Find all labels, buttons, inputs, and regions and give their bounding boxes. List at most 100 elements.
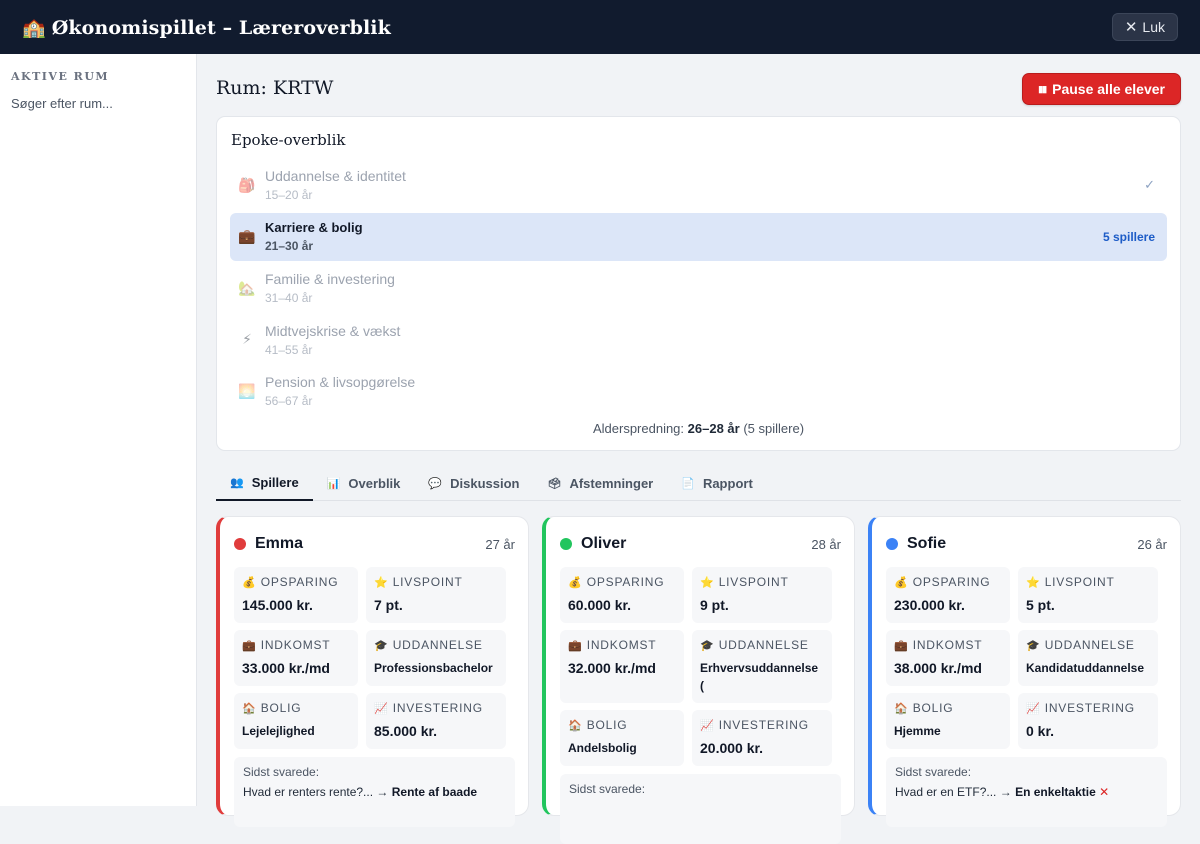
stat-savings: 💰 OPSPARING 145.000 kr. bbox=[234, 567, 358, 623]
lightning-icon: ⚡ bbox=[242, 331, 252, 348]
stat-label: LIVSPOINT bbox=[1044, 575, 1115, 589]
stat-value: 0 kr. bbox=[1026, 723, 1055, 739]
age-spread-count: (5 spillere) bbox=[743, 421, 805, 436]
age-spread: Alderspredning: 26–28 år (5 spillere) bbox=[217, 421, 1180, 436]
stat-value: 85.000 kr. bbox=[374, 723, 438, 739]
last-answered-label: Sidst svarede: bbox=[895, 765, 972, 779]
status-dot bbox=[234, 538, 246, 550]
stat-value: Kandidatuddannelse bbox=[1026, 661, 1145, 675]
stat-label: OPSPARING bbox=[260, 575, 339, 589]
stat-education: 🎓 UDDANNELSE Erhvervsuddannelse ( bbox=[692, 630, 832, 703]
stat-savings: 💰 OPSPARING 230.000 kr. bbox=[886, 567, 1010, 623]
tab-label: Afstemninger bbox=[569, 476, 654, 491]
tab-votes[interactable]: 🗳 Afstemninger bbox=[533, 466, 667, 501]
epoch-age: 21–30 år bbox=[265, 239, 314, 254]
stat-investment: 📈 INVESTERING 20.000 kr. bbox=[692, 710, 832, 766]
star-icon: ⭐ bbox=[374, 576, 388, 589]
star-icon: ⭐ bbox=[700, 576, 714, 589]
stat-label: BOLIG bbox=[586, 718, 628, 732]
epoch-overview-title: Epoke-overblik bbox=[231, 131, 346, 149]
stat-investment: 📈 INVESTERING 85.000 kr. bbox=[366, 693, 506, 749]
age-spread-label: Alderspredning: bbox=[592, 421, 685, 436]
status-dot bbox=[886, 538, 898, 550]
stat-income: 💼 INDKOMST 33.000 kr./md bbox=[234, 630, 358, 686]
document-icon: 📄 bbox=[681, 478, 695, 490]
player-name: Sofie bbox=[907, 535, 947, 552]
epoch-row-family[interactable]: 🏡 Familie & investering 31–40 år bbox=[230, 264, 1167, 312]
epoch-row-midlife[interactable]: ⚡ Midtvejskrise & vækst 41–55 år bbox=[230, 316, 1167, 364]
tab-overview[interactable]: 📊 Overblik bbox=[313, 466, 415, 501]
tab-players[interactable]: 👥 Spillere bbox=[216, 466, 313, 501]
sunrise-icon: 🌅 bbox=[238, 382, 256, 399]
epoch-age: 31–40 år bbox=[265, 291, 313, 306]
stat-housing: 🏠 BOLIG Lejelejlighed bbox=[234, 693, 358, 749]
pause-all-button[interactable]: ▮▮ Pause alle elever bbox=[1022, 73, 1181, 105]
last-answered: Sidst svarede: bbox=[560, 774, 841, 844]
epoch-player-count: 5 spillere bbox=[1102, 229, 1155, 244]
player-card-emma[interactable]: Emma 27 år 💰 OPSPARING 145.000 kr. ⭐ LIVSPOI… bbox=[216, 516, 529, 827]
ballot-icon: 🗳 bbox=[547, 478, 562, 490]
stat-value: 9 pt. bbox=[700, 597, 729, 613]
stat-value: 145.000 kr. bbox=[242, 597, 313, 613]
stat-education: 🎓 UDDANNELSE Kandidatuddannelse bbox=[1018, 630, 1158, 686]
player-age: 27 år bbox=[485, 536, 515, 552]
tab-label: Rapport bbox=[702, 476, 753, 491]
epoch-row-education[interactable]: 🎒 Uddannelse & identitet 15–20 år ✓ bbox=[230, 161, 1167, 209]
stat-label: INDKOMST bbox=[912, 638, 983, 652]
bar-chart-icon: 📊 bbox=[326, 478, 341, 490]
money-bag-icon: 💰 bbox=[894, 576, 908, 589]
stat-label: OPSPARING bbox=[912, 575, 991, 589]
app-title-text: Økonomispillet – Læreroverblik bbox=[51, 16, 391, 39]
stat-lifepoints: ⭐ LIVSPOINT 5 pt. bbox=[1018, 567, 1158, 623]
stat-lifepoints: ⭐ LIVSPOINT 9 pt. bbox=[692, 567, 832, 623]
pause-icon: ▮▮ bbox=[1038, 83, 1047, 94]
stat-value: 38.000 kr./md bbox=[894, 660, 982, 676]
stat-label: LIVSPOINT bbox=[392, 575, 463, 589]
briefcase-icon: 💼 bbox=[894, 639, 908, 652]
tab-label: Spillere bbox=[251, 475, 299, 490]
tab-label: Overblik bbox=[348, 476, 401, 491]
sidebar-heading: AKTIVE RUM bbox=[11, 70, 110, 83]
tab-report[interactable]: 📄 Rapport bbox=[667, 466, 767, 501]
epoch-name: Midtvejskrise & vækst bbox=[265, 322, 401, 339]
stat-value: 60.000 kr. bbox=[568, 597, 632, 613]
last-answer: Rente af baade bbox=[391, 785, 478, 799]
briefcase-icon: 💼 bbox=[568, 639, 582, 652]
epoch-row-career[interactable]: 💼 Karriere & bolig 21–30 år 5 spillere bbox=[230, 212, 1167, 261]
stat-income: 💼 INDKOMST 32.000 kr./md bbox=[560, 630, 684, 703]
stat-income: 💼 INDKOMST 38.000 kr./md bbox=[886, 630, 1010, 686]
epoch-name: Pension & livsopgørelse bbox=[265, 374, 416, 391]
epoch-list: 🎒 Uddannelse & identitet 15–20 år ✓ 💼 Kar… bbox=[230, 161, 1167, 415]
stat-label: INDKOMST bbox=[586, 638, 657, 652]
stat-label: UDDANNELSE bbox=[718, 638, 809, 652]
last-question: Hvad er en ETF?... → bbox=[895, 785, 1012, 799]
star-icon: ⭐ bbox=[1026, 576, 1040, 589]
player-card-oliver[interactable]: Oliver 28 år 💰 OPSPARING 60.000 kr. ⭐ LIVSPO… bbox=[542, 516, 855, 844]
main-content: Rum: KRTW ▮▮ Pause alle elever Epoke-over… bbox=[197, 54, 1200, 844]
stat-investment: 📈 INVESTERING 0 kr. bbox=[1018, 693, 1158, 749]
stat-value: 7 pt. bbox=[374, 597, 403, 613]
stat-value: 20.000 kr. bbox=[700, 740, 764, 756]
stat-value: 5 pt. bbox=[1026, 597, 1055, 613]
stat-label: UDDANNELSE bbox=[1044, 638, 1135, 652]
wrong-icon: ✕ bbox=[1099, 785, 1110, 799]
stat-label: UDDANNELSE bbox=[392, 638, 483, 652]
stat-label: INVESTERING bbox=[1044, 701, 1135, 715]
last-answer: En enkeltaktie bbox=[1015, 785, 1096, 799]
tab-discussion[interactable]: 💬 Diskussion bbox=[414, 466, 533, 501]
close-button[interactable]: ✕ Luk bbox=[1111, 13, 1178, 41]
epoch-row-pension[interactable]: 🌅 Pension & livsopgørelse 56–67 år bbox=[230, 367, 1167, 415]
stat-value: 230.000 kr. bbox=[894, 597, 965, 613]
epoch-name: Uddannelse & identitet bbox=[265, 168, 406, 184]
chart-up-icon: 📈 bbox=[374, 702, 388, 715]
speech-bubble-icon: 💬 bbox=[428, 478, 443, 490]
stat-label: INVESTERING bbox=[392, 701, 483, 715]
sidebar-status: Søger efter rum... bbox=[11, 96, 113, 111]
age-spread-value: 26–28 år bbox=[687, 421, 740, 436]
house-icon: 🏠 bbox=[894, 702, 908, 715]
pause-label: Pause alle elever bbox=[1052, 81, 1165, 97]
stat-education: 🎓 UDDANNELSE Professionsbachelor bbox=[366, 630, 506, 686]
player-card-sofie[interactable]: Sofie 26 år 💰 OPSPARING 230.000 kr. ⭐ LIVSPO… bbox=[868, 516, 1181, 827]
stat-label: BOLIG bbox=[260, 701, 302, 715]
tab-bar: 👥 Spillere 📊 Overblik 💬 Diskussion 🗳 Afstemn… bbox=[216, 466, 1181, 501]
